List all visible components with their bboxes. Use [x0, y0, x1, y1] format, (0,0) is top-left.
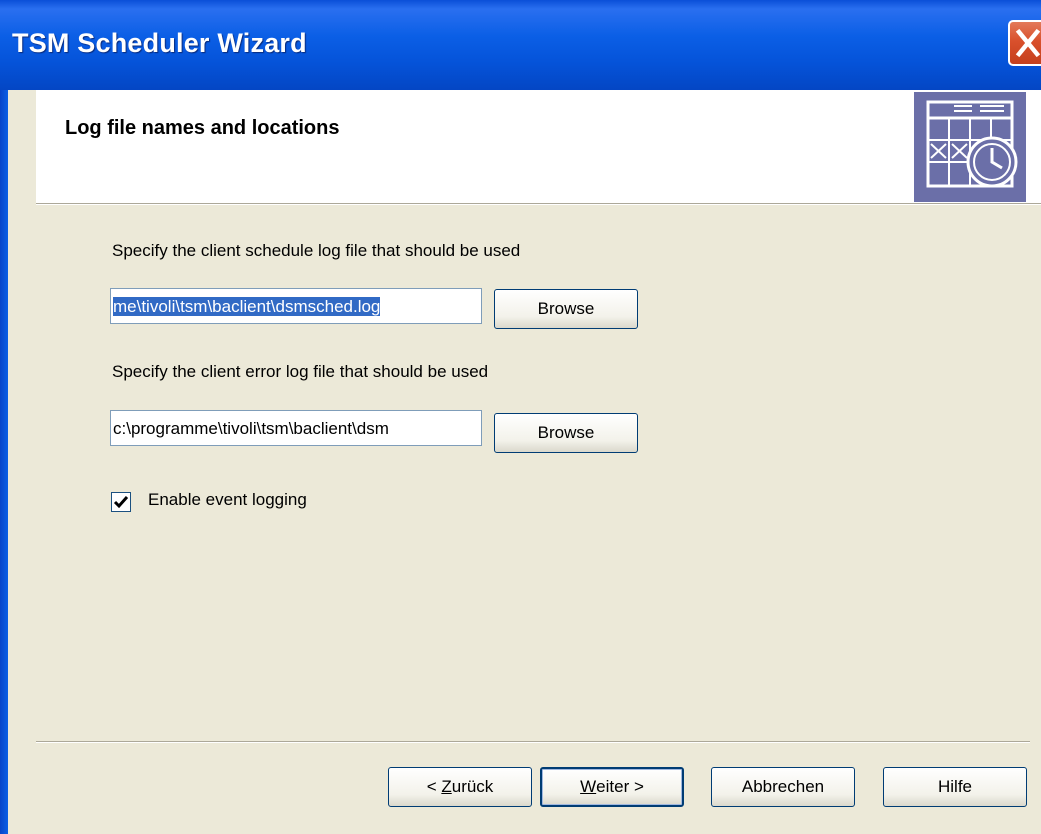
schedule-log-label: Specify the client schedule log file tha… — [112, 241, 521, 260]
title-bar: TSM Scheduler Wizard — [0, 0, 1041, 90]
back-button-prefix: < — [426, 777, 442, 796]
browse-error-log-button[interactable]: Browse — [494, 413, 638, 453]
window-frame-left — [0, 90, 8, 834]
next-button-label: eiter > — [596, 777, 644, 796]
page-title: Log file names and locations — [65, 117, 340, 139]
window-title: TSM Scheduler Wizard — [12, 28, 307, 58]
back-button-label: urück — [451, 777, 494, 796]
schedule-log-value: me\tivoli\tsm\baclient\dsmsched.log — [113, 297, 381, 316]
next-button[interactable]: Weiter > — [540, 767, 684, 807]
close-icon — [1015, 28, 1041, 58]
schedule-log-field[interactable]: me\tivoli\tsm\baclient\dsmsched.log — [110, 288, 482, 324]
cancel-button[interactable]: Abbrechen — [711, 767, 855, 807]
error-log-label: Specify the client error log file that s… — [112, 362, 489, 381]
error-log-value: c:\programme\tivoli\tsm\baclient\dsm — [113, 419, 389, 438]
footer-separator-highlight — [36, 742, 1030, 743]
header-separator-highlight — [36, 204, 1041, 205]
calendar-clock-icon — [914, 92, 1026, 202]
wizard-header — [36, 90, 1041, 203]
checkmark-icon — [113, 496, 129, 509]
browse-schedule-log-button[interactable]: Browse — [494, 289, 638, 329]
error-log-field[interactable]: c:\programme\tivoli\tsm\baclient\dsm — [110, 410, 482, 446]
next-button-mnemonic: W — [580, 777, 597, 796]
event-logging-checkbox[interactable] — [111, 492, 131, 512]
help-button[interactable]: Hilfe — [883, 767, 1027, 807]
back-button-mnemonic: Z — [441, 777, 452, 796]
back-button[interactable]: < Zurück — [388, 767, 532, 807]
event-logging-label: Enable event logging — [148, 490, 307, 509]
close-button[interactable] — [1008, 20, 1041, 66]
